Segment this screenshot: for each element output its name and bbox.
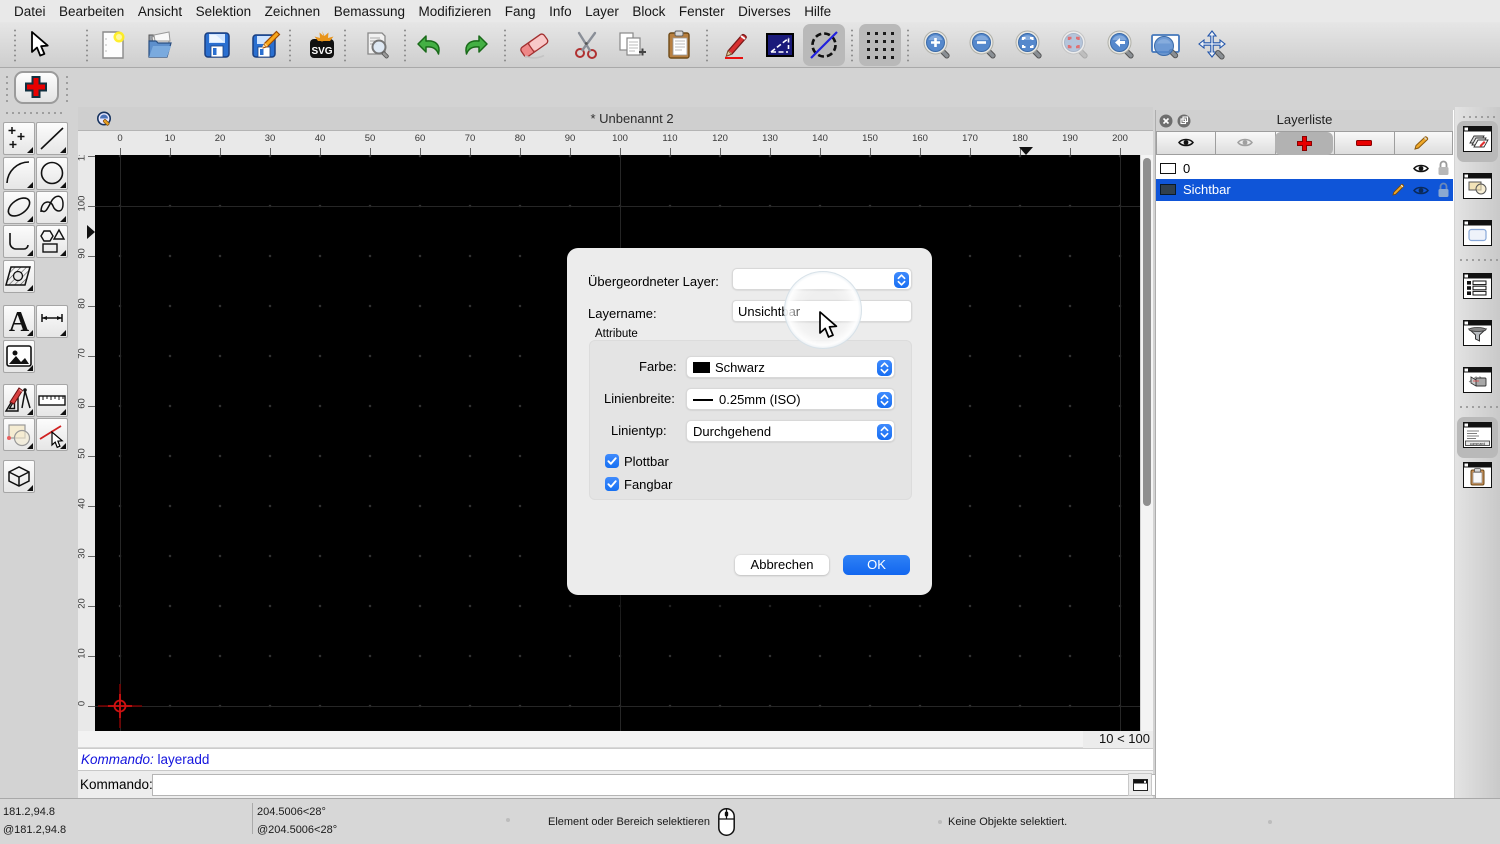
svg-text:SVG: SVG: [311, 46, 332, 57]
svg-text:command: command: [1470, 442, 1485, 446]
